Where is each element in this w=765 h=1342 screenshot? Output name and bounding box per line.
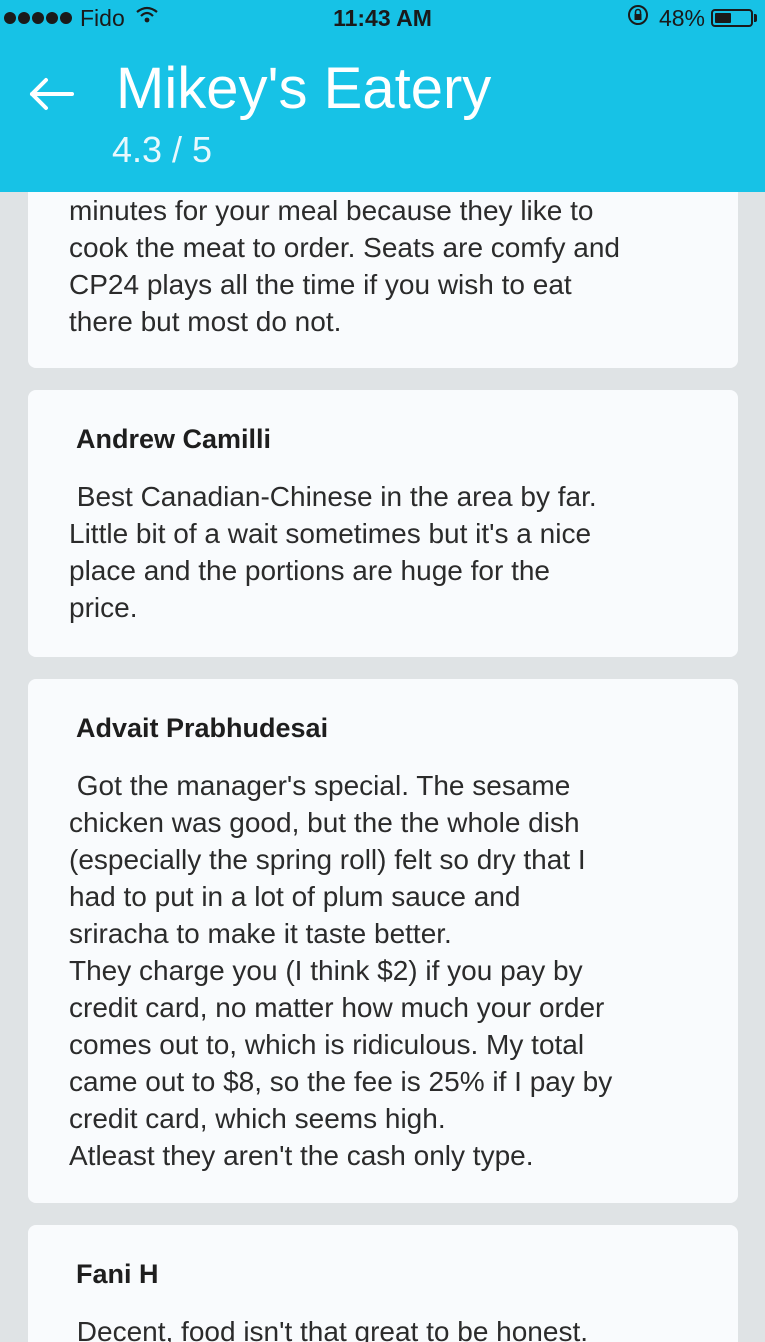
restaurant-rating: 4.3 / 5 xyxy=(112,129,213,170)
review-author: Andrew Camilli xyxy=(76,424,272,454)
battery-fill xyxy=(715,13,731,23)
status-bar: Fido 11:43 AM 48% xyxy=(0,0,765,36)
review-text: Decent, food isn't that great to be hone… xyxy=(69,1316,589,1342)
battery-tip xyxy=(754,14,757,22)
status-right: 48% xyxy=(627,3,757,33)
review-text: minutes for your meal because they like … xyxy=(69,195,620,337)
review-card: Advait Prabhudesai Got the manager's spe… xyxy=(28,679,738,1203)
app-header: Fido 11:43 AM 48% Mikey's Eatery 4.3 / 5 xyxy=(0,0,765,192)
review-card: Fani H Decent, food isn't that great to … xyxy=(28,1225,738,1342)
review-text: Best Canadian-Chinese in the area by far… xyxy=(69,481,597,623)
review-author: Advait Prabhudesai xyxy=(76,713,329,743)
battery-icon xyxy=(711,9,753,27)
review-author: Fani H xyxy=(76,1259,159,1289)
back-arrow-icon[interactable] xyxy=(28,70,76,118)
page-title: Mikey's Eatery xyxy=(116,56,492,121)
orientation-lock-icon xyxy=(627,4,649,32)
reviews-list[interactable]: minutes for your meal because they like … xyxy=(0,0,765,1342)
review-card: Andrew Camilli Best Canadian-Chinese in … xyxy=(28,390,738,657)
review-text: Got the manager's special. The sesame ch… xyxy=(69,770,613,1171)
battery-percent: 48% xyxy=(658,4,705,31)
